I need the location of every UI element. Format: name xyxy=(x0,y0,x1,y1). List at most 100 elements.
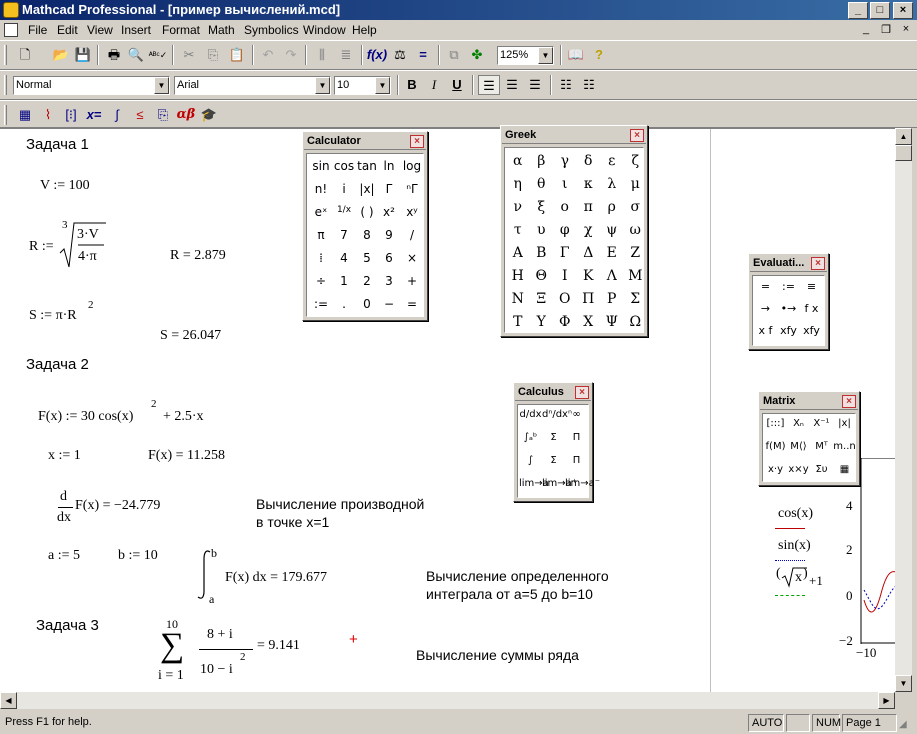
matrix-operator-button[interactable]: |x| xyxy=(833,418,856,429)
matrix-operator-button[interactable]: [:::] xyxy=(764,418,787,429)
matrix-operator-button[interactable]: X⁻¹ xyxy=(810,418,833,429)
calc-parentheses-button[interactable]: ( ) xyxy=(355,205,379,219)
evaluation-operator-button[interactable]: x f xyxy=(754,324,777,337)
greek-letter-button[interactable]: ε xyxy=(600,153,624,169)
calc-factorial-button[interactable]: n! xyxy=(309,182,333,196)
greek-letter-button[interactable]: ξ xyxy=(530,199,554,215)
calc-3-button[interactable]: 3 xyxy=(378,274,400,288)
plot-frame[interactable] xyxy=(860,458,895,644)
help-icon[interactable]: ? xyxy=(588,45,610,65)
calc-6-button[interactable]: 6 xyxy=(378,251,400,265)
calculate-icon[interactable]: = xyxy=(412,45,434,65)
greek-letter-button[interactable]: Ο xyxy=(553,291,577,307)
greek-letter-button[interactable]: ζ xyxy=(624,153,648,169)
calc-power-button[interactable]: xʸ xyxy=(401,205,423,219)
save-icon[interactable]: 💾 xyxy=(72,45,94,65)
calc-8-button[interactable]: 8 xyxy=(355,228,379,242)
greek-letter-button[interactable]: Ζ xyxy=(624,245,648,261)
evaluation-operator-button[interactable]: xfy xyxy=(800,324,823,337)
a-definition[interactable]: a := 5 xyxy=(48,548,80,564)
calc-9-button[interactable]: 9 xyxy=(378,228,400,242)
calc-nth-root-button[interactable]: ⁿΓ xyxy=(401,182,423,196)
matrix-operator-button[interactable]: Συ xyxy=(810,464,833,475)
vertical-scrollbar[interactable]: ▲ ▼ xyxy=(895,128,912,692)
greek-letter-button[interactable]: Τ xyxy=(506,314,530,330)
open-folder-icon[interactable]: 📂 xyxy=(50,45,72,65)
calculus-operator-button[interactable]: Σ xyxy=(542,432,565,443)
palette-title[interactable]: Calculator xyxy=(304,133,426,150)
close-icon[interactable]: × xyxy=(575,386,589,399)
greek-letter-button[interactable]: ω xyxy=(624,222,648,238)
v-definition[interactable]: V := 100 xyxy=(40,178,90,194)
toolbar-grip[interactable] xyxy=(4,45,7,65)
greek-letter-button[interactable]: τ xyxy=(506,222,530,238)
greek-letter-button[interactable]: Ι xyxy=(553,268,577,284)
evaluation-operator-button[interactable]: := xyxy=(777,280,800,293)
italic-button[interactable]: I xyxy=(423,75,445,95)
calc-imaginary-button[interactable]: i xyxy=(332,182,356,196)
greek-letter-button[interactable]: α xyxy=(506,153,530,169)
calc-1-button[interactable]: 1 xyxy=(332,274,356,288)
greek-letter-button[interactable]: ι xyxy=(553,176,577,192)
close-icon[interactable]: × xyxy=(410,135,424,148)
calculus-operator-button[interactable]: lim→a⁻ xyxy=(565,478,600,489)
greek-letter-button[interactable]: Φ xyxy=(553,314,577,330)
greek-letter-button[interactable]: Κ xyxy=(577,268,601,284)
scroll-left-icon[interactable]: ◀ xyxy=(0,692,17,709)
calculus-operator-button[interactable]: d/dx xyxy=(519,409,542,420)
numbering-icon[interactable]: ☷ xyxy=(578,75,600,95)
evaluation-operator-button[interactable]: f x xyxy=(800,302,823,315)
boolean-toolbar-icon[interactable]: ≤ xyxy=(129,105,151,125)
calc-minus-button[interactable]: − xyxy=(378,297,400,311)
calculus-operator-button[interactable]: Π xyxy=(565,432,588,443)
bullets-icon[interactable]: ☷ xyxy=(555,75,577,95)
new-document-icon[interactable]: 🗋 xyxy=(14,45,36,65)
spell-check-icon[interactable]: ᴬᴮᶜ✓ xyxy=(147,45,169,65)
close-button[interactable]: × xyxy=(893,2,913,19)
matrix-operator-button[interactable]: Mᵀ xyxy=(810,441,833,452)
calc-pi-button[interactable]: π xyxy=(309,228,333,242)
calc-equals-button[interactable]: = xyxy=(401,297,423,311)
greek-letter-button[interactable]: Ξ xyxy=(530,291,554,307)
chevron-down-icon[interactable]: ▼ xyxy=(315,77,330,94)
greek-letter-button[interactable]: υ xyxy=(530,222,554,238)
underline-button[interactable]: U xyxy=(446,75,468,95)
greek-letter-button[interactable]: μ xyxy=(624,176,648,192)
calculus-operator-button[interactable]: Π xyxy=(565,455,588,466)
symbolic-toolbar-icon[interactable]: 🎓 xyxy=(198,105,220,125)
calc-5-button[interactable]: 5 xyxy=(355,251,379,265)
calculus-operator-button[interactable]: dⁿ/dxⁿ xyxy=(542,409,572,420)
greek-letter-button[interactable]: χ xyxy=(577,222,601,238)
mathcad-app-icon[interactable] xyxy=(3,2,19,18)
doc-restore-button[interactable]: ❐ xyxy=(878,23,894,37)
calc-exp-button[interactable]: eˣ xyxy=(309,205,333,219)
scroll-thumb[interactable] xyxy=(895,145,912,161)
insert-unit-icon[interactable]: ⚖ xyxy=(389,45,411,65)
calc-obelus-button[interactable]: ÷ xyxy=(309,274,333,288)
scroll-up-icon[interactable]: ▲ xyxy=(895,128,912,145)
matrix-operator-button[interactable]: M⟨⟩ xyxy=(787,441,810,452)
calc-define-button[interactable]: := xyxy=(309,297,333,311)
matrix-operator-button[interactable]: m..n xyxy=(833,441,856,452)
document-icon[interactable] xyxy=(4,23,18,37)
calc-tan-button[interactable]: tan xyxy=(355,159,379,173)
print-preview-icon[interactable]: 🔍 xyxy=(125,45,147,65)
menu-symbolics[interactable]: Symbolics xyxy=(244,23,299,37)
greek-letter-button[interactable]: β xyxy=(530,153,554,169)
greek-letter-button[interactable]: Χ xyxy=(577,314,601,330)
calculus-operator-button[interactable]: ∫ xyxy=(519,455,542,466)
menu-edit[interactable]: Edit xyxy=(57,23,78,37)
close-icon[interactable]: × xyxy=(630,129,644,142)
b-definition[interactable]: b := 10 xyxy=(118,548,158,564)
greek-letter-button[interactable]: Β xyxy=(530,245,554,261)
print-icon[interactable]: 🖶 xyxy=(103,45,125,65)
greek-letter-button[interactable]: Δ xyxy=(577,245,601,261)
integral-result[interactable]: F(x) dx = 179.677 xyxy=(225,570,327,586)
r-definition-lhs[interactable]: R := xyxy=(29,239,54,255)
scroll-right-icon[interactable]: ▶ xyxy=(878,692,895,709)
resize-grip-icon[interactable]: ◢ xyxy=(899,719,913,733)
zoom-select[interactable]: 125% ▼ xyxy=(497,46,554,65)
chevron-down-icon[interactable]: ▼ xyxy=(538,47,553,64)
greek-letter-button[interactable]: δ xyxy=(577,153,601,169)
calculus-toolbar-icon[interactable]: ∫ xyxy=(106,105,128,125)
